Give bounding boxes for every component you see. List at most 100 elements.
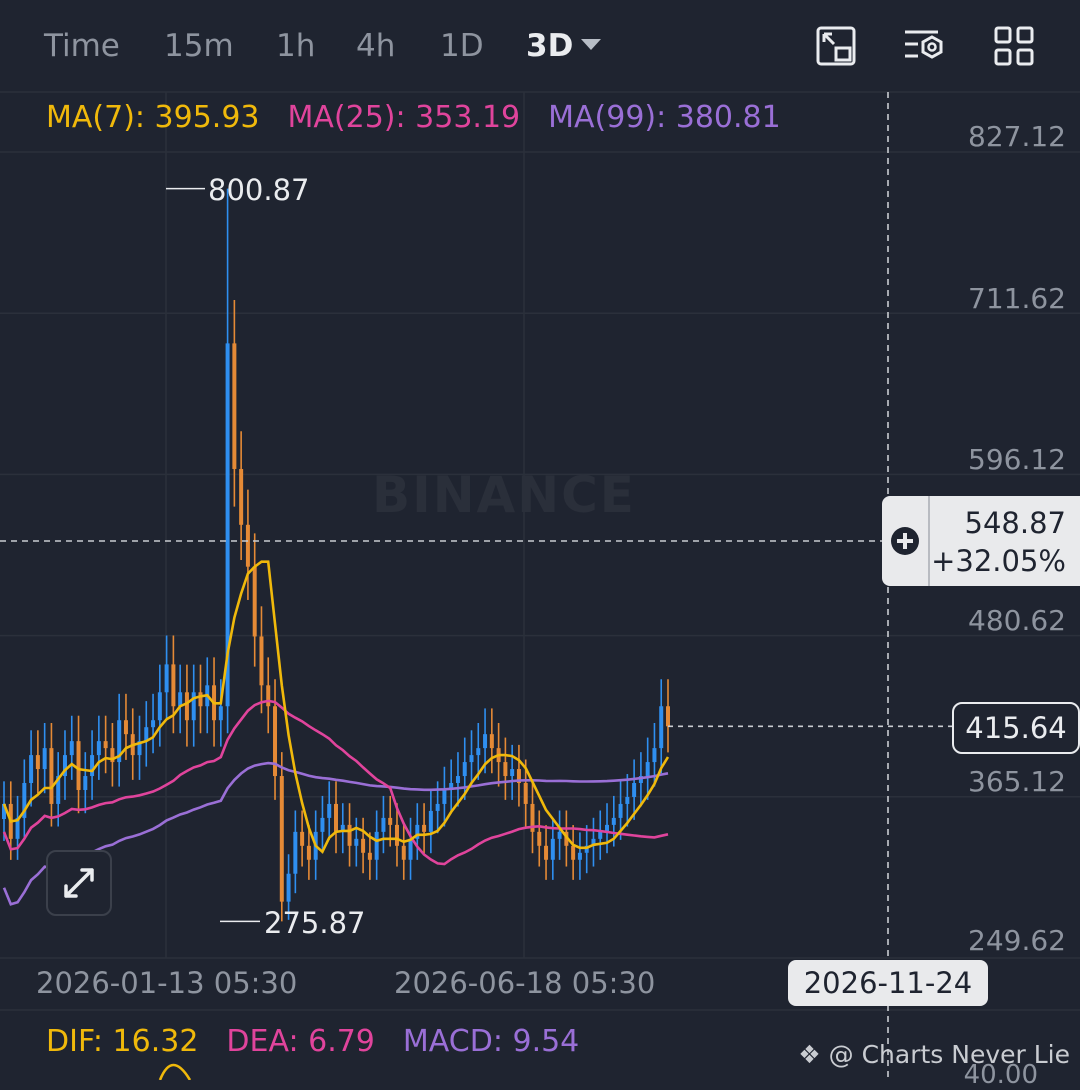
crosshair-date-tag: 2026-11-24: [788, 960, 988, 1006]
candle-body: [428, 810, 433, 832]
candle-body: [76, 741, 81, 790]
candle-body: [557, 831, 562, 839]
candle-body: [83, 776, 88, 790]
candle-body: [157, 692, 162, 721]
candle-body: [42, 748, 47, 770]
candle-body: [401, 845, 406, 860]
chart-overlay: [0, 92, 952, 1080]
candle-body: [123, 720, 128, 735]
candle-body: [239, 468, 244, 525]
candle-body: [178, 692, 183, 707]
candle-body: [645, 762, 650, 777]
ma25-value: MA(25): 353.19: [287, 100, 521, 135]
candle-body: [550, 838, 555, 860]
candle-body: [618, 803, 623, 818]
candle-body: [198, 692, 203, 707]
macd-dif-value: DIF: 16.32: [46, 1024, 199, 1059]
price-tick-label: 827.12: [968, 120, 1066, 153]
expand-arrows-icon: [64, 868, 94, 898]
candle-body: [184, 692, 189, 721]
candle-body: [293, 831, 298, 874]
macd-value: MACD: 9.54: [402, 1024, 580, 1059]
price-tick-label: 596.12: [968, 443, 1066, 476]
credit-watermark: ❖ @ Charts Never Lie: [798, 1040, 1070, 1069]
ma-legend: MA(7): 395.93 MA(25): 353.19 MA(99): 380.8…: [46, 100, 809, 135]
candle-body: [96, 741, 101, 756]
candle-body: [442, 789, 447, 804]
add-alert-icon[interactable]: [882, 496, 930, 586]
last-price-tag: 415.64: [952, 702, 1080, 754]
candle-body: [388, 817, 393, 825]
interval-3d[interactable]: 3D: [526, 28, 602, 64]
candle-body: [252, 566, 257, 637]
candle-body: [151, 720, 156, 728]
candle-body: [354, 838, 359, 846]
candle-body: [191, 692, 196, 721]
candle-body: [476, 748, 481, 756]
ma99-value: MA(99): 380.81: [548, 100, 781, 135]
time-tick-label: 2026-06-18 05:30: [394, 966, 656, 1000]
candle-body: [408, 838, 413, 860]
candle-body: [320, 817, 325, 832]
candle-body: [171, 664, 176, 707]
candle-body: [218, 706, 223, 721]
interval-time[interactable]: Time: [44, 28, 120, 64]
candle-body: [598, 831, 603, 839]
high-price-annotation: 800.87: [208, 173, 310, 207]
interval-1d[interactable]: 1D: [440, 28, 484, 64]
time-tick-label: 2026-01-13 05:30: [36, 966, 298, 1000]
ma7-value: MA(7): 395.93: [46, 100, 260, 135]
candle-body: [49, 748, 54, 804]
chevron-down-icon: [581, 39, 602, 50]
candle-body: [300, 831, 305, 846]
candle-body: [652, 748, 657, 763]
expand-chart-button[interactable]: [46, 850, 112, 916]
candle-body: [266, 685, 271, 707]
indicator-settings-icon[interactable]: [902, 24, 946, 68]
candle-body: [259, 636, 264, 686]
interval-15m[interactable]: 15m: [164, 28, 234, 64]
macd-legend: DIF: 16.32 DEA: 6.79 MACD: 9.54: [46, 1024, 607, 1059]
candle-body: [659, 706, 664, 749]
crosshair-price-tag[interactable]: 548.87 +32.05%: [882, 496, 1080, 586]
price-tick-label: 249.62: [968, 924, 1066, 957]
macd-dea-value: DEA: 6.79: [226, 1024, 375, 1059]
candle-body: [489, 734, 494, 749]
price-tick-label: 365.12: [968, 765, 1066, 798]
interval-1h[interactable]: 1h: [276, 28, 315, 64]
candle-body: [232, 343, 237, 469]
candle-body: [279, 776, 284, 902]
candle-body: [544, 845, 549, 860]
candle-body: [29, 755, 34, 784]
layout-grid-icon[interactable]: [992, 24, 1036, 68]
candle-body: [164, 664, 169, 693]
candle-body: [334, 803, 338, 832]
candle-body: [361, 838, 366, 853]
candle-body: [381, 817, 386, 832]
candle-body: [510, 769, 515, 777]
binance-watermark: BINANCE: [372, 466, 636, 524]
candle-body: [571, 845, 576, 860]
interval-4h[interactable]: 4h: [356, 28, 395, 64]
candle-body: [469, 755, 474, 763]
candle-body: [666, 706, 670, 727]
candles: [2, 188, 670, 922]
diamond-logo-icon: ❖: [798, 1040, 821, 1069]
macd-dif-line: [158, 1063, 192, 1080]
fullscreen-icon[interactable]: [814, 24, 858, 68]
interval-3d-label: 3D: [526, 28, 574, 64]
candle-body: [577, 852, 582, 860]
candle-body: [422, 824, 427, 832]
candle-body: [103, 741, 108, 749]
candle-body: [245, 524, 250, 567]
candle-body: [347, 824, 352, 846]
candle-body: [537, 831, 542, 846]
candle-body: [35, 755, 40, 770]
candle-body: [435, 803, 440, 811]
candle-body: [455, 776, 460, 784]
candle-body: [523, 783, 528, 804]
toolbar: Time 15m 1h 4h 1D 3D: [0, 0, 1080, 92]
candle-body: [286, 873, 291, 902]
candle-body: [374, 831, 379, 860]
candle-body: [394, 824, 399, 846]
